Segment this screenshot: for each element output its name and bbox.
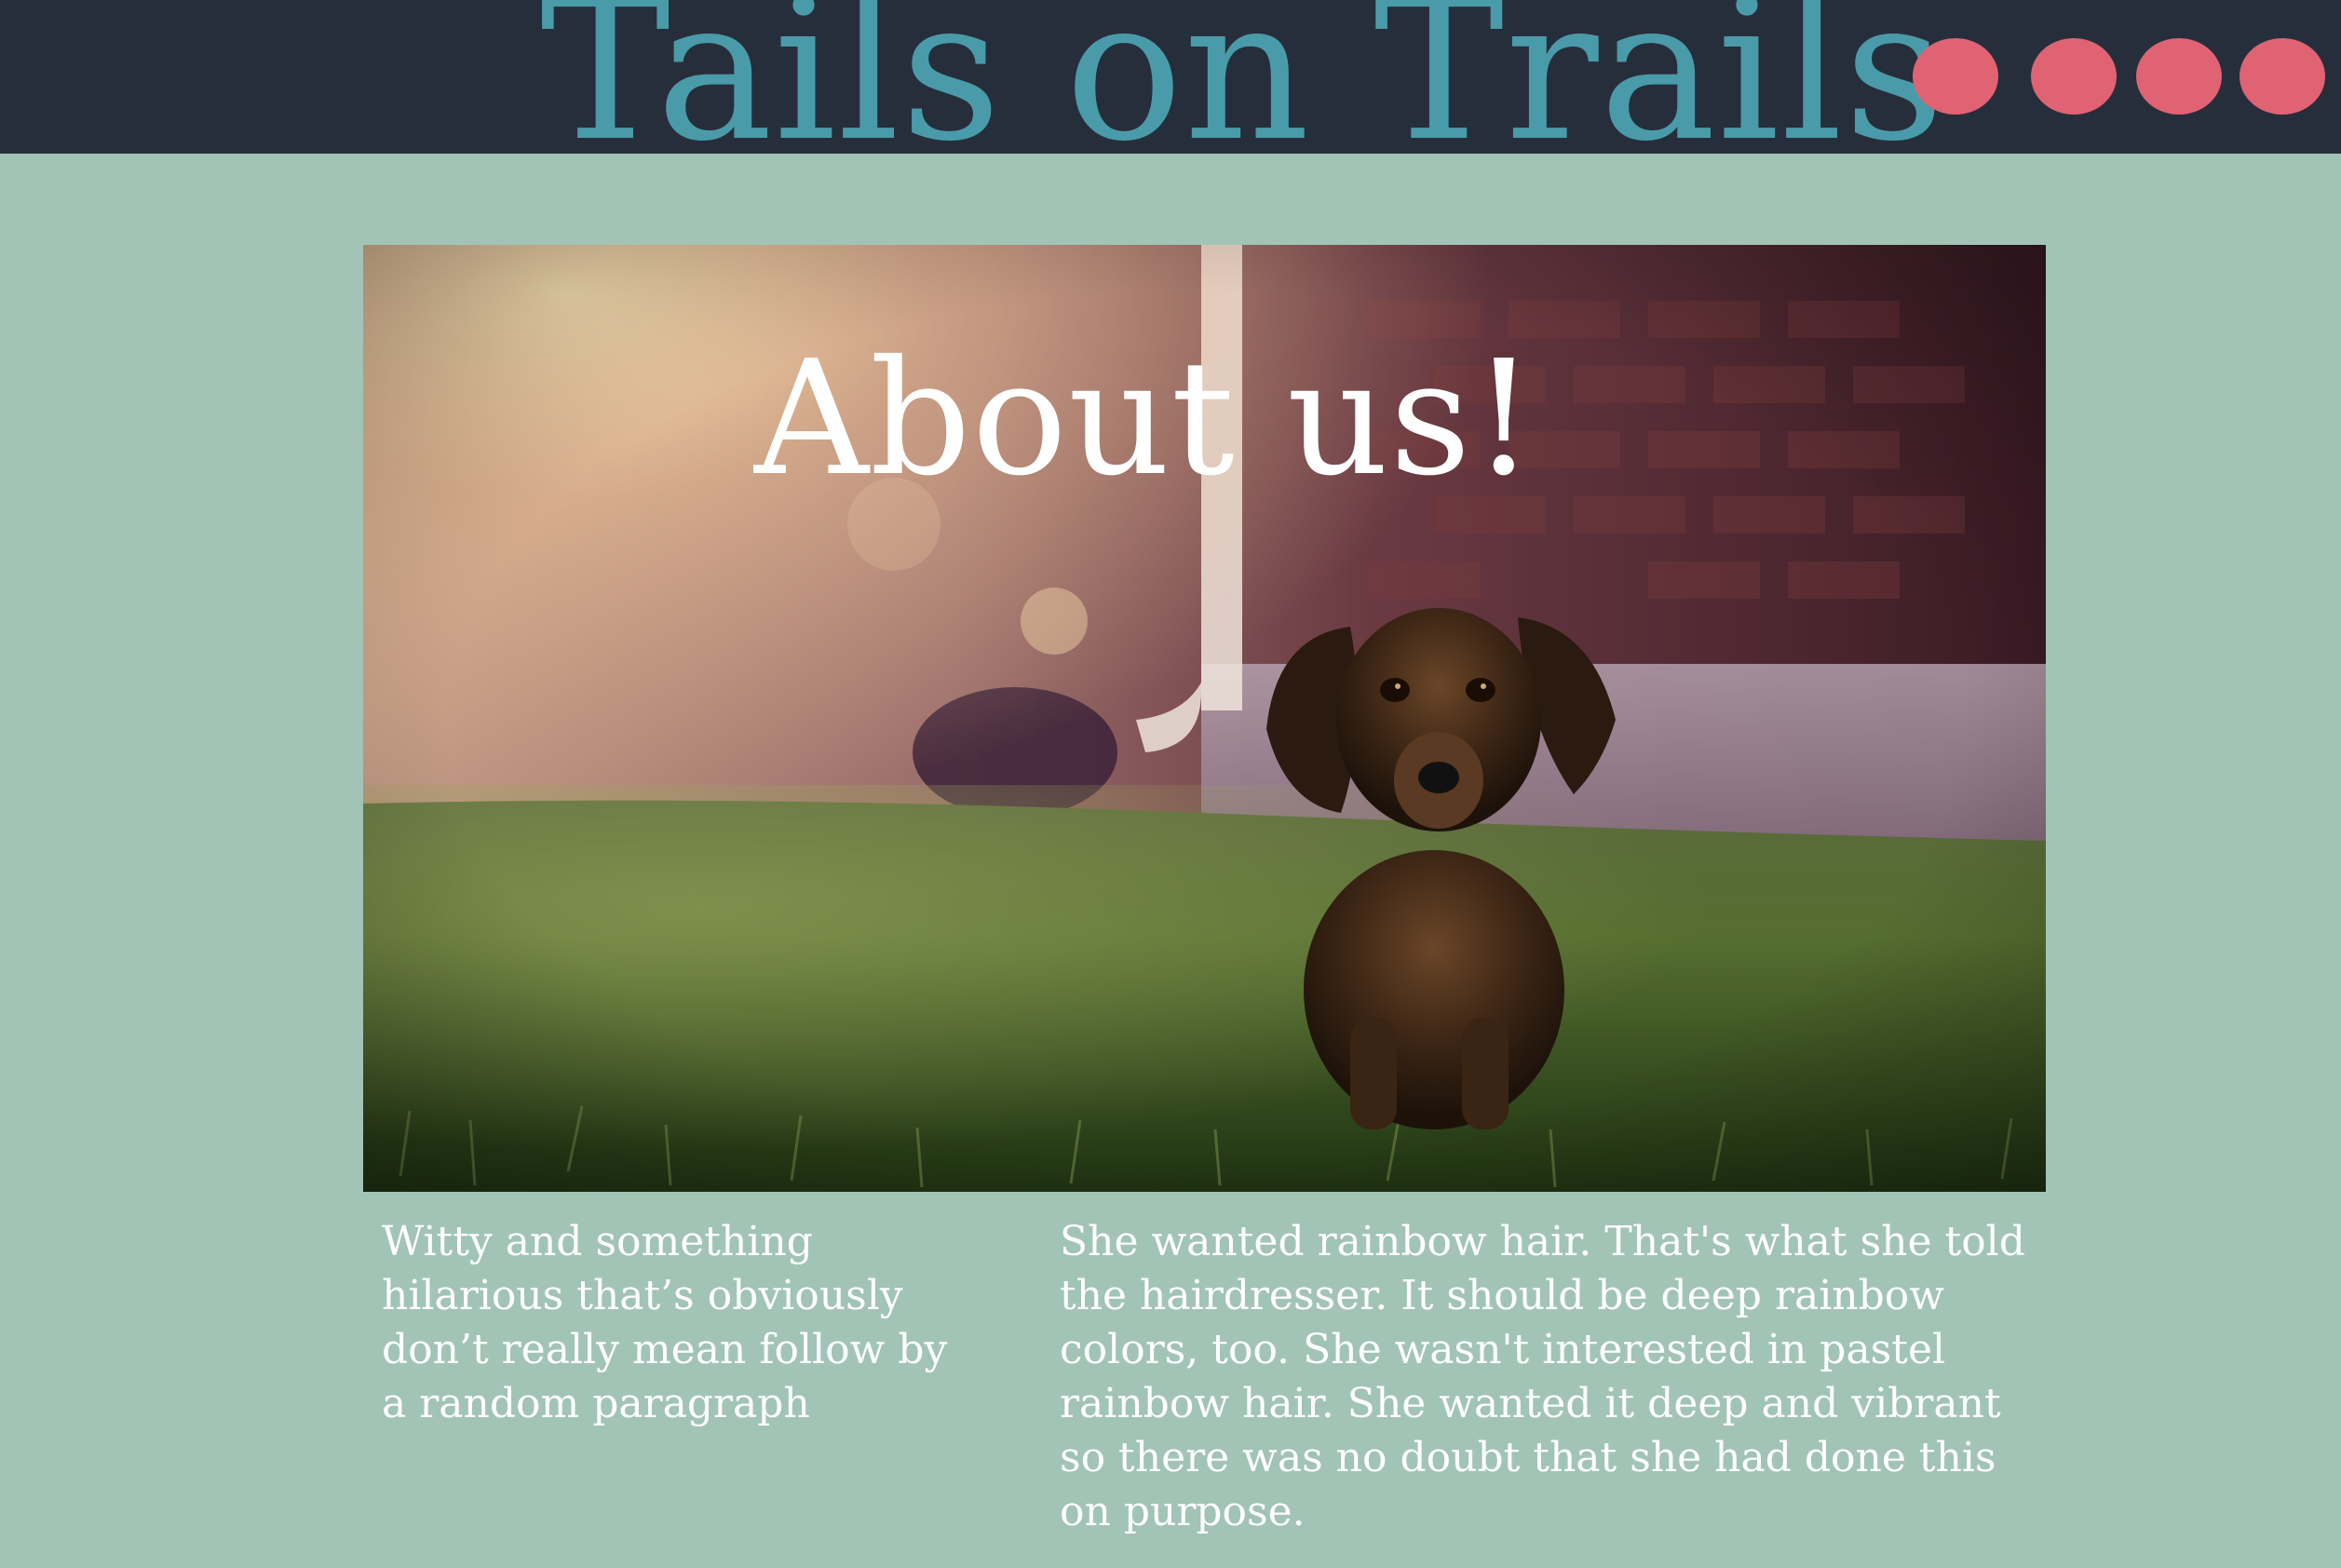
hero-banner: About us! <box>363 245 2046 1192</box>
about-heading: About us! <box>754 327 1536 511</box>
story-text: She wanted rainbow hair. That's what she… <box>1060 1218 2025 1535</box>
intro-text: Witty and something hilarious that’s obv… <box>382 1218 948 1427</box>
nav-dot-button-4[interactable] <box>2240 38 2325 115</box>
site-title[interactable]: Tails on Trails <box>540 0 1944 154</box>
nav-dot-button-2[interactable] <box>2031 38 2117 115</box>
nav-dot-button-1[interactable] <box>1913 38 1998 115</box>
nav-dot-button-3[interactable] <box>2136 38 2222 115</box>
site-header: Tails on Trails <box>0 0 2341 154</box>
